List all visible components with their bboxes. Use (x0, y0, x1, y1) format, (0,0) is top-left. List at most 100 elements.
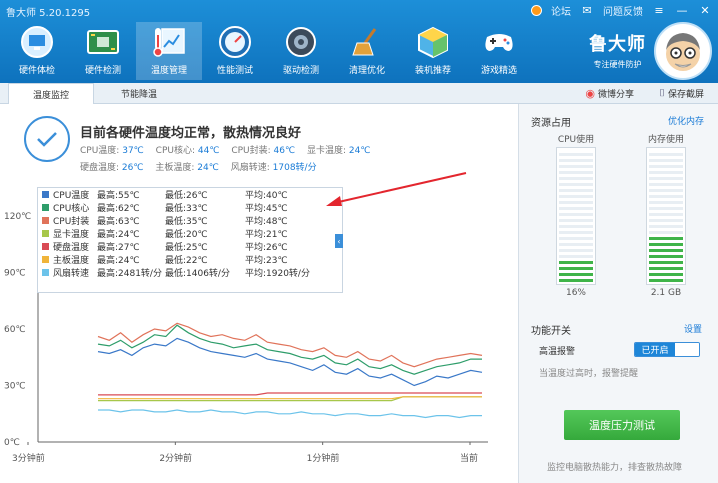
nav-driver[interactable]: 驱动检测 (268, 22, 334, 80)
meter-segment (649, 195, 683, 198)
meter-segment (559, 243, 593, 246)
minimize-icon[interactable]: — (675, 4, 689, 18)
x-tick-label: 2分钟前 (159, 452, 192, 464)
temp-value: 37℃ (122, 146, 144, 156)
series-line-6 (98, 409, 482, 419)
meter-segment (649, 171, 683, 174)
legend-avg: 平均:48℃ (245, 217, 288, 227)
legend-swatch (42, 243, 49, 250)
legend-name: 风扇转速 (53, 269, 90, 279)
weibo-share-label: 微博分享 (597, 90, 634, 100)
legend-name: CPU核心 (53, 204, 90, 214)
menu-icon[interactable]: ≡ (652, 4, 666, 18)
notification-icon[interactable] (531, 5, 542, 16)
legend-max: 最高:62℃ (97, 204, 140, 214)
nav-hardware-check[interactable]: 硬件体检 (4, 22, 70, 80)
save-screenshot-button[interactable]: ⌷ 保存截屏 (659, 87, 704, 100)
feature-switch-title: 功能开关 (531, 326, 571, 337)
gear-drive-icon (281, 24, 321, 60)
tab-temperature-monitor[interactable]: 温度监控 (8, 83, 94, 105)
legend-row: 风扇转速 最高:2481转/分 最低:1406转/分 平均:1920转/分 (38, 266, 342, 279)
gamepad-icon (479, 24, 519, 60)
main-nav: 硬件体检 硬件检测 温度管理 性能测试 驱动检测 清理优化 装机推荐 游戏精选 (4, 22, 532, 80)
collapse-legend-icon[interactable]: ‹ (335, 234, 343, 248)
title-links: 论坛 ✉ 问题反馈 ≡ — ✕ (531, 3, 712, 18)
legend-max: 最高:24℃ (97, 256, 140, 266)
meter-segment (559, 231, 593, 234)
resource-panel: 资源占用 优化内存 CPU使用 16% 内存使用 2.1 GB 功能开关 设置 … (518, 104, 718, 483)
y-tick-label: 0℃ (4, 438, 20, 448)
legend-min: 最低:20℃ (165, 230, 208, 240)
cube-icon (413, 24, 453, 60)
meter-segment (559, 267, 593, 270)
meter-segment (649, 237, 683, 240)
temp-value: 26℃ (121, 163, 144, 173)
legend-max: 最高:63℃ (97, 217, 140, 227)
weibo-share-button[interactable]: ◉ 微博分享 (585, 87, 634, 100)
nav-build[interactable]: 装机推荐 (400, 22, 466, 80)
legend-min: 最低:33℃ (165, 204, 208, 214)
tab-energy-saving[interactable]: 节能降温 (96, 83, 182, 104)
temp-value: 24℃ (348, 146, 371, 156)
nav-games[interactable]: 游戏精选 (466, 22, 532, 80)
memory-usage-meter: 内存使用 2.1 GB (639, 132, 693, 298)
legend-avg: 平均:45℃ (245, 204, 288, 214)
legend-swatch (42, 269, 49, 276)
legend-min: 最低:25℃ (165, 243, 208, 253)
meter-segment (559, 255, 593, 258)
meter-segment (559, 219, 593, 222)
legend-name: 主板温度 (53, 256, 90, 266)
temp-value: 44℃ (197, 146, 220, 156)
feedback-link[interactable]: 问题反馈 (603, 3, 643, 18)
nav-label: 硬件体检 (18, 66, 55, 76)
toggle-off-area (675, 343, 699, 356)
meter-segment (559, 201, 593, 204)
optimize-memory-link[interactable]: 优化内存 (668, 114, 704, 127)
temp-label: CPU温度: (80, 146, 120, 156)
x-tick-label: 3分钟前 (12, 452, 45, 464)
legend-avg: 平均:23℃ (245, 256, 288, 266)
nav-label: 温度管理 (150, 66, 187, 76)
meter-segment (559, 279, 593, 282)
meter-segment (559, 213, 593, 216)
meter-segment (559, 237, 593, 240)
temp-label: 主板温度: (155, 163, 195, 173)
sub-tab-bar: 温度监控 节能降温 ◉ 微博分享 ⌷ 保存截屏 (0, 83, 718, 105)
chart-legend: CPU温度 最高:55℃ 最低:26℃ 平均:40℃ CPU核心 最高:62℃ 最低:33℃… (37, 187, 343, 293)
top-bar: 鲁大师 5.20.1295 论坛 ✉ 问题反馈 ≡ — ✕ 硬件体检 硬件检测 (0, 0, 718, 83)
nav-temperature[interactable]: 温度管理 (136, 22, 202, 80)
cpu-usage-label: CPU使用 (557, 135, 595, 145)
meter-segment (649, 225, 683, 228)
temp-value: 1708转/分 (272, 163, 317, 173)
meter-segment (559, 225, 593, 228)
avatar[interactable] (654, 22, 712, 80)
camera-icon: ⌷ (658, 88, 665, 99)
meter-segment (649, 207, 683, 210)
nav-hardware-detect[interactable]: 硬件检测 (70, 22, 136, 80)
nav-label: 性能测试 (216, 66, 253, 76)
legend-avg: 平均:1920转/分 (245, 269, 310, 279)
nav-performance[interactable]: 性能测试 (202, 22, 268, 80)
weibo-icon: ◉ (585, 87, 595, 100)
brand-tagline: 专注硬件防护 (593, 60, 642, 69)
legend-min: 最低:35℃ (165, 217, 208, 227)
stress-test-button[interactable]: 温度压力测试 (564, 410, 680, 440)
alarm-hint: 当温度过高时，报警提醒 (539, 369, 639, 379)
high-temp-alarm-toggle[interactable]: 已开启 (634, 342, 700, 357)
legend-min: 最低:1406转/分 (165, 269, 230, 279)
forum-link[interactable]: 论坛 (551, 3, 571, 18)
broom-icon (347, 24, 387, 60)
series-line-5 (98, 396, 482, 400)
close-icon[interactable]: ✕ (698, 4, 712, 18)
save-screenshot-label: 保存截屏 (667, 90, 704, 100)
meter-segment (649, 201, 683, 204)
settings-link[interactable]: 设置 (684, 322, 702, 335)
speedometer-icon (215, 24, 255, 60)
nav-label: 清理优化 (348, 66, 385, 76)
meter-segment (649, 177, 683, 180)
meter-segment (649, 261, 683, 264)
temperature-line-1: CPU温度: 37℃ CPU核心: 44℃ CPU封装: 46℃ 显卡温度: 2… (80, 143, 379, 160)
nav-label: 游戏精选 (480, 66, 517, 76)
meter-segment (649, 279, 683, 282)
nav-cleanup[interactable]: 清理优化 (334, 22, 400, 80)
